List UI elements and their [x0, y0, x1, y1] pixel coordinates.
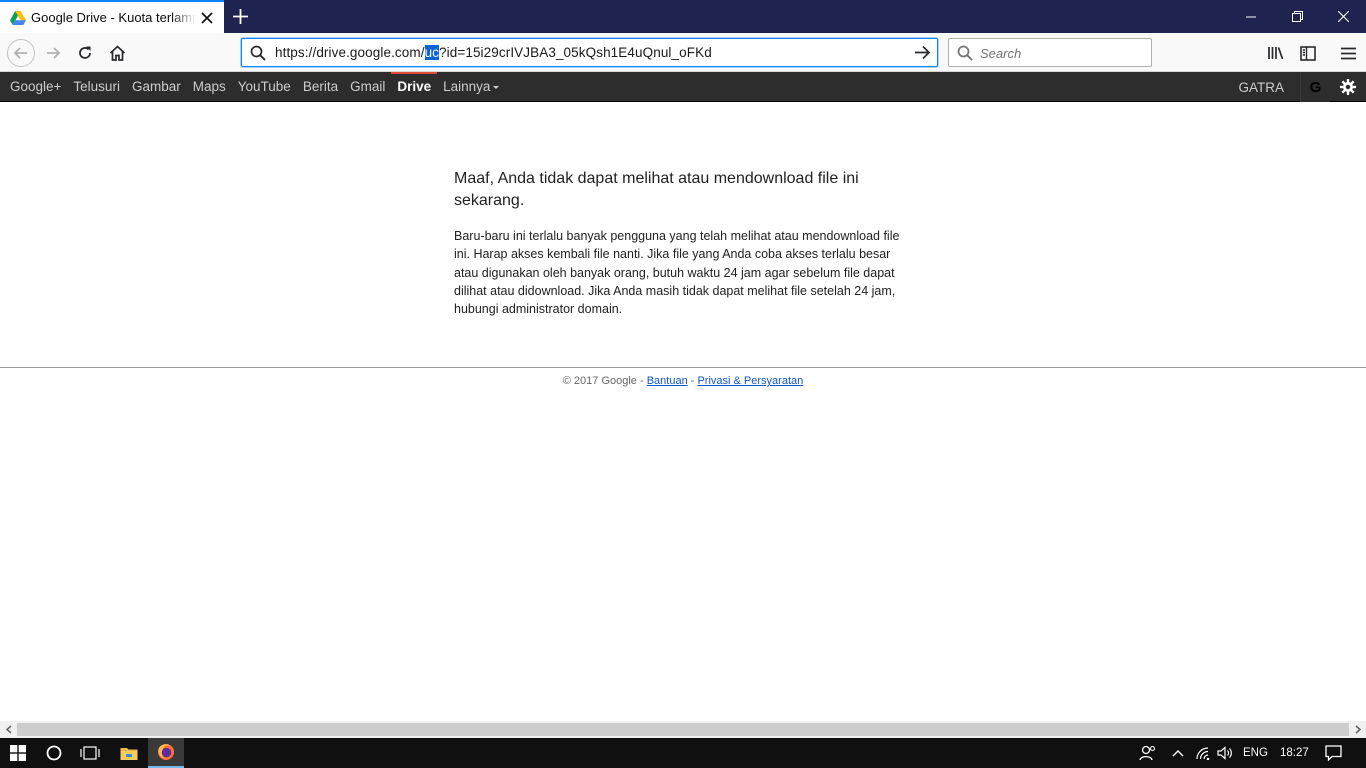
- file-explorer-button[interactable]: [110, 738, 148, 768]
- gbar-item-maps[interactable]: Maps: [193, 72, 226, 102]
- show-hidden-icons-button[interactable]: [1168, 738, 1188, 768]
- footer-divider: [0, 367, 1366, 368]
- url-text[interactable]: https://drive.google.com/uc?id=15i29crIV…: [275, 45, 712, 60]
- horizontal-scrollbar[interactable]: [0, 721, 1366, 738]
- clock[interactable]: 18:27: [1280, 738, 1309, 768]
- home-button[interactable]: [103, 39, 131, 67]
- back-button[interactable]: [7, 39, 35, 67]
- scroll-right-button[interactable]: [1349, 721, 1366, 738]
- cortana-circle-icon: [46, 745, 62, 761]
- title-bar: Google Drive - Kuota terlampaui: [0, 0, 1366, 33]
- scroll-left-button[interactable]: [0, 721, 17, 738]
- settings-button[interactable]: [1330, 72, 1366, 102]
- chevron-up-icon: [1172, 749, 1184, 756]
- gear-icon: [1340, 79, 1356, 95]
- chevron-left-icon: [5, 725, 11, 734]
- sidebar-button[interactable]: [1294, 39, 1322, 67]
- profile-button[interactable]: G: [1300, 72, 1330, 102]
- url-prefix: https://drive.google.com/: [275, 45, 425, 60]
- menu-button[interactable]: [1334, 39, 1362, 67]
- privacy-terms-link[interactable]: Privasi & Persyaratan: [697, 375, 803, 387]
- firefox-icon: [158, 744, 174, 760]
- active-tab[interactable]: Google Drive - Kuota terlampaui: [0, 0, 224, 33]
- reload-icon: [79, 46, 91, 59]
- gbar-item-lainnya-label: Lainnya: [443, 79, 491, 94]
- search-placeholder: Search: [980, 46, 1022, 61]
- user-name[interactable]: GATRA: [1238, 80, 1284, 95]
- caret-down-icon: [493, 85, 500, 89]
- error-details: Baru-baru ini terlalu banyak pengguna ya…: [454, 229, 900, 317]
- forward-button[interactable]: [39, 39, 67, 67]
- chevron-right-icon: [1355, 725, 1361, 734]
- copyright-text: © 2017 Google -: [562, 375, 647, 387]
- tab-title: Google Drive - Kuota terlampaui: [31, 10, 196, 25]
- hamburger-icon: [1340, 47, 1356, 59]
- input-language[interactable]: ENG: [1243, 738, 1268, 768]
- library-icon: [1268, 47, 1284, 60]
- windows-logo-icon: [10, 745, 26, 761]
- notification-icon: [1324, 745, 1342, 761]
- navigation-toolbar: https://drive.google.com/uc?id=15i29crIV…: [0, 33, 1366, 72]
- restore-icon: [1291, 11, 1303, 22]
- help-link[interactable]: Bantuan: [647, 375, 688, 387]
- google-bar-account: GATRA G: [1238, 72, 1366, 102]
- wifi-icon: [1196, 747, 1210, 760]
- gbar-item-gmail[interactable]: Gmail: [350, 72, 385, 102]
- gbar-item-youtube[interactable]: YouTube: [238, 72, 291, 102]
- folder-icon: [120, 747, 138, 760]
- close-window-button[interactable]: [1320, 0, 1366, 33]
- people-icon: [1139, 745, 1156, 761]
- arrow-left-icon: [13, 47, 27, 59]
- close-icon: [1337, 11, 1349, 22]
- google-bar-links: Google+ Telusuri Gambar Maps YouTube Ber…: [10, 72, 511, 102]
- profile-letter: G: [1309, 78, 1322, 96]
- cortana-button[interactable]: [36, 738, 72, 768]
- network-button[interactable]: [1193, 738, 1213, 768]
- reload-button[interactable]: [71, 39, 99, 67]
- search-icon: [957, 45, 973, 61]
- start-button[interactable]: [0, 738, 36, 768]
- minimize-icon: [1246, 16, 1256, 17]
- search-icon: [250, 45, 266, 61]
- library-button[interactable]: [1262, 39, 1290, 67]
- google-bar: Google+ Telusuri Gambar Maps YouTube Ber…: [0, 72, 1366, 102]
- gbar-item-telusuri[interactable]: Telusuri: [73, 72, 120, 102]
- volume-button[interactable]: [1215, 738, 1235, 768]
- footer: © 2017 Google - Bantuan - Privasi & Pers…: [0, 375, 1366, 387]
- gbar-item-google-plus[interactable]: Google+: [10, 72, 61, 102]
- close-tab-icon[interactable]: [200, 11, 214, 25]
- gbar-item-berita[interactable]: Berita: [303, 72, 338, 102]
- url-bar[interactable]: https://drive.google.com/uc?id=15i29crIV…: [241, 38, 938, 67]
- search-bar[interactable]: Search: [948, 38, 1152, 67]
- gbar-item-gambar[interactable]: Gambar: [132, 72, 181, 102]
- task-view-button[interactable]: [72, 738, 108, 768]
- url-selection: uc: [424, 45, 440, 60]
- error-message: Maaf, Anda tidak dapat melihat atau mend…: [454, 168, 914, 318]
- arrow-right-icon: [47, 47, 61, 59]
- google-drive-icon: [10, 11, 26, 25]
- speaker-icon: [1216, 746, 1232, 760]
- error-heading: Maaf, Anda tidak dapat melihat atau mend…: [454, 170, 859, 209]
- firefox-taskbar-button[interactable]: [148, 738, 184, 768]
- gbar-item-lainnya[interactable]: Lainnya: [443, 72, 500, 102]
- footer-separator: -: [687, 375, 698, 387]
- home-icon: [109, 45, 125, 61]
- scrollbar-thumb[interactable]: [17, 723, 1349, 736]
- go-arrow-icon[interactable]: [914, 44, 931, 61]
- action-center-button[interactable]: [1320, 738, 1346, 768]
- sidebar-icon: [1300, 45, 1316, 61]
- url-suffix: ?id=15i29crIVJBA3_05kQsh1E4uQnul_oFKd: [439, 45, 712, 60]
- minimize-button[interactable]: [1228, 0, 1274, 33]
- restore-button[interactable]: [1274, 0, 1320, 33]
- gbar-item-drive[interactable]: Drive: [391, 72, 437, 102]
- task-view-icon: [80, 746, 100, 760]
- new-tab-icon[interactable]: [232, 8, 249, 25]
- taskbar: ENG 18:27: [0, 738, 1366, 768]
- people-button[interactable]: [1136, 738, 1160, 768]
